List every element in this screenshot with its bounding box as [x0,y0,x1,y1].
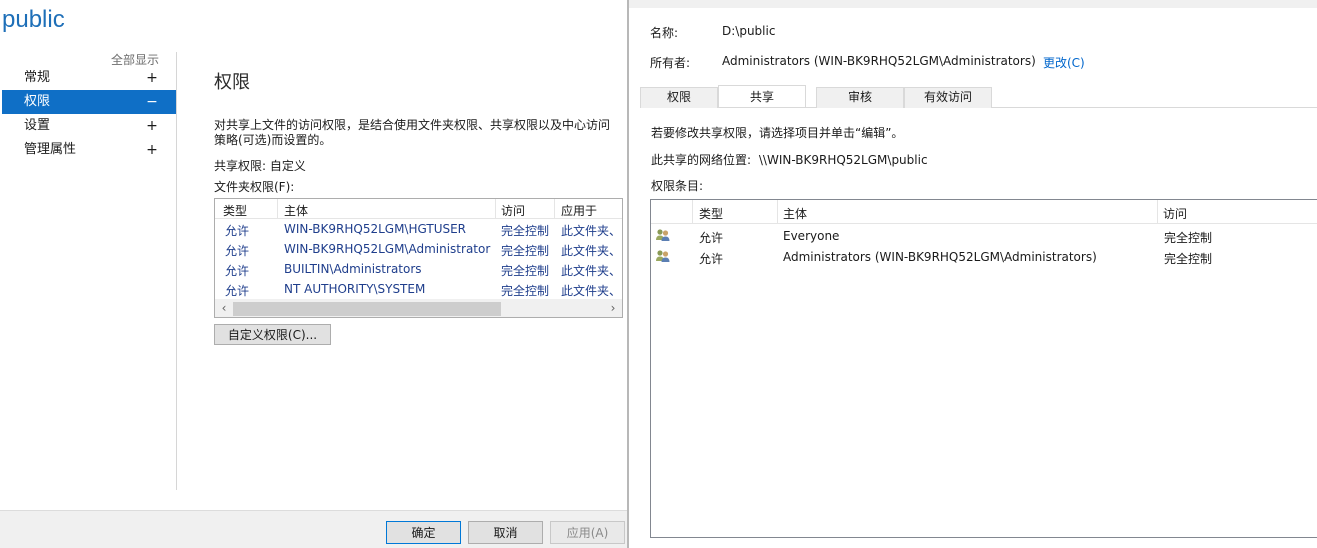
column-header-principal[interactable]: 主体 [783,205,807,222]
cell-type: 允许 [225,244,250,258]
name-label: 名称: [650,26,679,40]
scroll-left-icon[interactable]: ‹ [217,301,231,315]
table-header: 类型 主体 访问 [651,200,1317,224]
table-row[interactable]: 允许 Everyone 完全控制 [651,225,1317,246]
dialog-footer: 确定 取消 应用(A) [0,510,627,548]
tab-strip: 权限 共享 审核 有效访问 [640,85,1317,108]
users-icon [656,229,670,241]
network-location-row: 此共享的网络位置: \\WIN-BK9RHQ52LGM\public [651,151,928,168]
cell-access: 完全控制 [501,244,550,258]
cell-type: 允许 [699,231,724,245]
network-location-label: 此共享的网络位置: [651,153,752,167]
expand-icon: + [146,118,158,134]
scroll-right-icon[interactable]: › [606,301,620,315]
folder-permissions-table[interactable]: 类型 主体 访问 应用于 允许 WIN-BK9RHQ52LGM\HGTUSER … [214,198,623,318]
column-header-type[interactable]: 类型 [223,202,247,219]
ok-button[interactable]: 确定 [386,521,461,544]
panel-top-bar [629,0,1317,8]
nav-item-settings[interactable]: 设置 + [0,114,176,138]
nav-item-permissions[interactable]: 权限 − [2,90,176,114]
name-value: D:\public [722,24,776,38]
change-owner-link[interactable]: 更改(C) [1043,54,1085,71]
table-header: 类型 主体 访问 应用于 [215,199,622,219]
column-divider[interactable] [1157,200,1158,224]
expand-icon: + [146,142,158,158]
nav-item-label: 设置 [24,118,51,133]
cell-principal: NT AUTHORITY\SYSTEM [284,282,426,296]
cell-applies-to: 此文件夹、 [561,264,621,278]
nav-item-general[interactable]: 常规 + [0,66,176,90]
apply-button[interactable]: 应用(A) [550,521,625,544]
section-title: 权限 [214,72,250,93]
column-header-principal[interactable]: 主体 [284,202,308,219]
entries-label: 权限条目: [651,179,704,193]
tab-permissions[interactable]: 权限 [640,87,718,108]
cell-principal: WIN-BK9RHQ52LGM\HGTUSER [284,222,467,236]
table-row[interactable]: 允许 WIN-BK9RHQ52LGM\Administrator 完全控制 此文… [215,239,622,259]
owner-label: 所有者: [650,56,691,70]
column-divider[interactable] [777,200,778,224]
tab-sharing[interactable]: 共享 [718,85,806,107]
permissions-description: 对共享上文件的访问权限，是结合使用文件夹权限、共享权限以及中心访问策略(可选)而… [214,118,611,147]
users-icon [656,250,670,262]
cell-applies-to: 此文件夹、 [561,284,621,298]
scrollbar-thumb[interactable] [233,302,501,316]
cell-principal: WIN-BK9RHQ52LGM\Administrator [284,242,491,256]
collapse-icon: − [146,94,158,110]
cell-type: 允许 [225,264,250,278]
cell-principal: BUILTIN\Administrators [284,262,422,276]
custom-permissions-button[interactable]: 自定义权限(C)... [214,324,331,345]
cell-type: 允许 [699,252,724,266]
nav-divider [176,52,177,490]
nav-item-label: 权限 [24,94,51,109]
cancel-button[interactable]: 取消 [468,521,543,544]
owner-value: Administrators (WIN-BK9RHQ52LGM\Administ… [722,54,1036,68]
horizontal-scrollbar[interactable]: ‹ › [215,299,622,317]
cell-principal: Everyone [783,229,840,243]
column-header-access[interactable]: 访问 [501,202,525,219]
cell-access: 完全控制 [1164,231,1213,245]
share-permissions-label: 共享权限: 自定义 [214,159,306,173]
folder-permissions-label: 文件夹权限(F): [214,180,295,194]
sharing-tab-panel: 若要修改共享权限，请选择项目并单击“编辑”。 此共享的网络位置: \\WIN-B… [640,108,1317,548]
share-permission-entries-table[interactable]: 类型 主体 访问 允许 Everyone 完全控制 允许 Administrat… [650,199,1317,538]
share-properties-dialog: public 全部显示 常规 + 权限 − 设置 + 管理属性 + 权限 对共享… [0,0,627,548]
column-divider[interactable] [692,200,693,224]
column-divider[interactable] [554,199,555,219]
sidebar-nav: 常规 + 权限 − 设置 + 管理属性 + [0,66,176,162]
table-row[interactable]: 允许 WIN-BK9RHQ52LGM\HGTUSER 完全控制 此文件夹、 [215,219,622,239]
nav-item-management-properties[interactable]: 管理属性 + [0,138,176,162]
table-row[interactable]: 允许 BUILTIN\Administrators 完全控制 此文件夹、 [215,259,622,279]
cell-type: 允许 [225,224,250,238]
cell-applies-to: 此文件夹、 [561,244,621,258]
column-header-access[interactable]: 访问 [1163,205,1187,222]
column-header-applies-to[interactable]: 应用于 [561,202,597,219]
table-row[interactable]: 允许 Administrators (WIN-BK9RHQ52LGM\Admin… [651,246,1317,267]
dialog-title: public [2,6,65,33]
tab-auditing[interactable]: 审核 [816,87,904,108]
expand-icon: + [146,70,158,86]
advanced-security-panel: 名称: D:\public 所有者: Administrators (WIN-B… [629,0,1317,548]
instruction-text: 若要修改共享权限，请选择项目并单击“编辑”。 [651,126,904,140]
table-row[interactable]: 允许 NT AUTHORITY\SYSTEM 完全控制 此文件夹、 [215,279,622,299]
network-location-value: \\WIN-BK9RHQ52LGM\public [758,153,928,167]
nav-item-label: 常规 [24,70,51,85]
nav-item-label: 管理属性 [24,142,77,157]
cell-access: 完全控制 [1164,252,1213,266]
cell-principal: Administrators (WIN-BK9RHQ52LGM\Administ… [783,250,1097,264]
column-header-type[interactable]: 类型 [699,205,723,222]
column-divider[interactable] [495,199,496,219]
cell-type: 允许 [225,284,250,298]
cell-access: 完全控制 [501,224,550,238]
cell-access: 完全控制 [501,264,550,278]
cell-access: 完全控制 [501,284,550,298]
tab-effective-access[interactable]: 有效访问 [904,87,992,108]
cell-applies-to: 此文件夹、 [561,224,621,238]
column-divider[interactable] [277,199,278,219]
